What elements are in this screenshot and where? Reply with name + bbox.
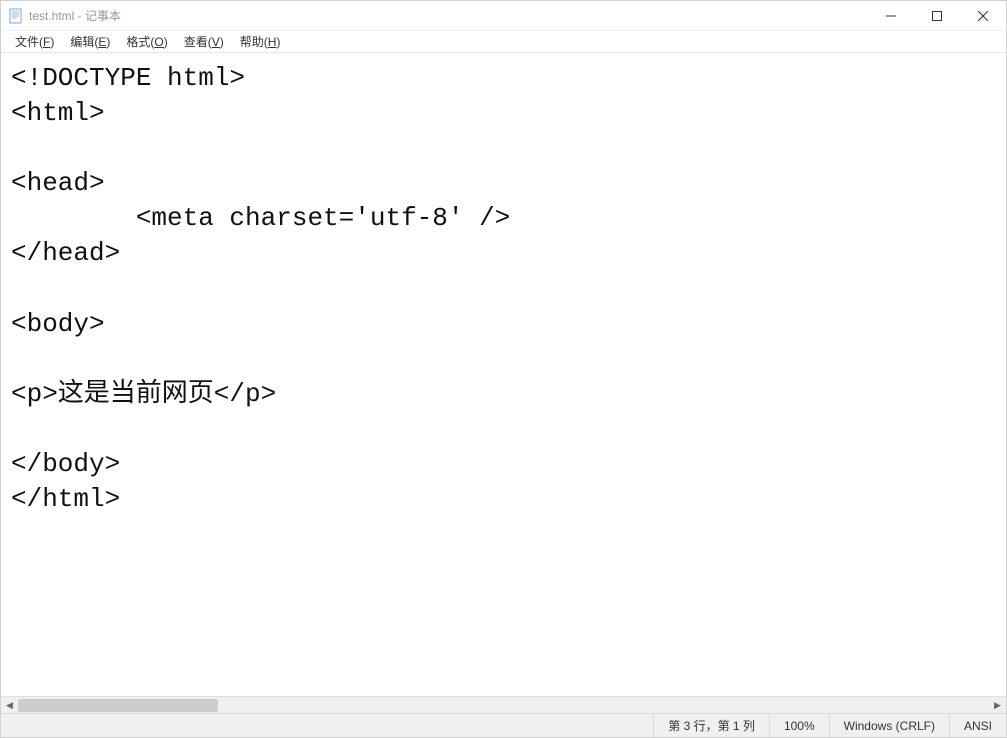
- window-title: test.html - 记事本: [29, 7, 121, 24]
- horizontal-scrollbar[interactable]: ◀ ▶: [1, 696, 1006, 713]
- titlebar: test.html - 记事本: [1, 1, 1006, 31]
- status-zoom: 100%: [769, 714, 829, 737]
- minimize-button[interactable]: [868, 1, 914, 30]
- menu-view[interactable]: 查看(V): [176, 31, 232, 52]
- statusbar: 第 3 行，第 1 列 100% Windows (CRLF) ANSI: [1, 713, 1006, 737]
- editor-area[interactable]: <!DOCTYPE html> <html> <head> <meta char…: [1, 53, 1006, 696]
- status-cursor-position: 第 3 行，第 1 列: [653, 714, 769, 737]
- menu-file[interactable]: 文件(F): [7, 31, 62, 52]
- menubar: 文件(F) 编辑(E) 格式(O) 查看(V) 帮助(H): [1, 31, 1006, 53]
- status-encoding: ANSI: [949, 714, 1006, 737]
- scroll-thumb[interactable]: [18, 699, 218, 712]
- status-line-ending: Windows (CRLF): [829, 714, 949, 737]
- menu-format[interactable]: 格式(O): [118, 31, 175, 52]
- close-button[interactable]: [960, 1, 1006, 30]
- notepad-icon: [9, 8, 23, 24]
- menu-help[interactable]: 帮助(H): [232, 31, 289, 52]
- editor-content[interactable]: <!DOCTYPE html> <html> <head> <meta char…: [1, 53, 1006, 696]
- menu-edit[interactable]: 编辑(E): [62, 31, 118, 52]
- scroll-left-icon[interactable]: ◀: [1, 697, 18, 714]
- window-controls: [868, 1, 1006, 30]
- maximize-button[interactable]: [914, 1, 960, 30]
- scroll-right-icon[interactable]: ▶: [989, 697, 1006, 714]
